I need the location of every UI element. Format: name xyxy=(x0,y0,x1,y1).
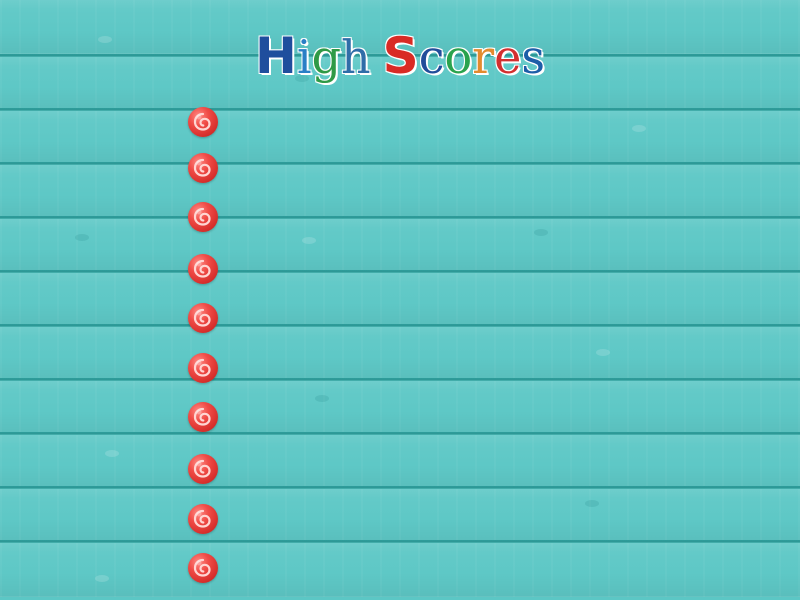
red-candy-icon xyxy=(188,254,218,284)
score-row xyxy=(174,300,774,336)
score-row xyxy=(174,550,774,586)
red-candy-icon xyxy=(188,303,218,333)
score-row xyxy=(174,399,774,435)
red-candy-icon xyxy=(188,553,218,583)
score-row xyxy=(174,501,774,537)
red-candy-icon xyxy=(188,107,218,137)
red-candy-icon xyxy=(188,353,218,383)
score-row xyxy=(174,104,774,140)
score-row xyxy=(174,150,774,186)
score-row xyxy=(174,451,774,487)
red-candy-icon xyxy=(188,504,218,534)
red-candy-icon xyxy=(188,454,218,484)
high-score-list xyxy=(0,0,800,600)
score-row xyxy=(174,350,774,386)
score-row xyxy=(174,199,774,235)
red-candy-icon xyxy=(188,153,218,183)
wood-plank-background: High Scores xyxy=(0,0,800,600)
red-candy-icon xyxy=(188,202,218,232)
red-candy-icon xyxy=(188,402,218,432)
score-row xyxy=(174,251,774,287)
